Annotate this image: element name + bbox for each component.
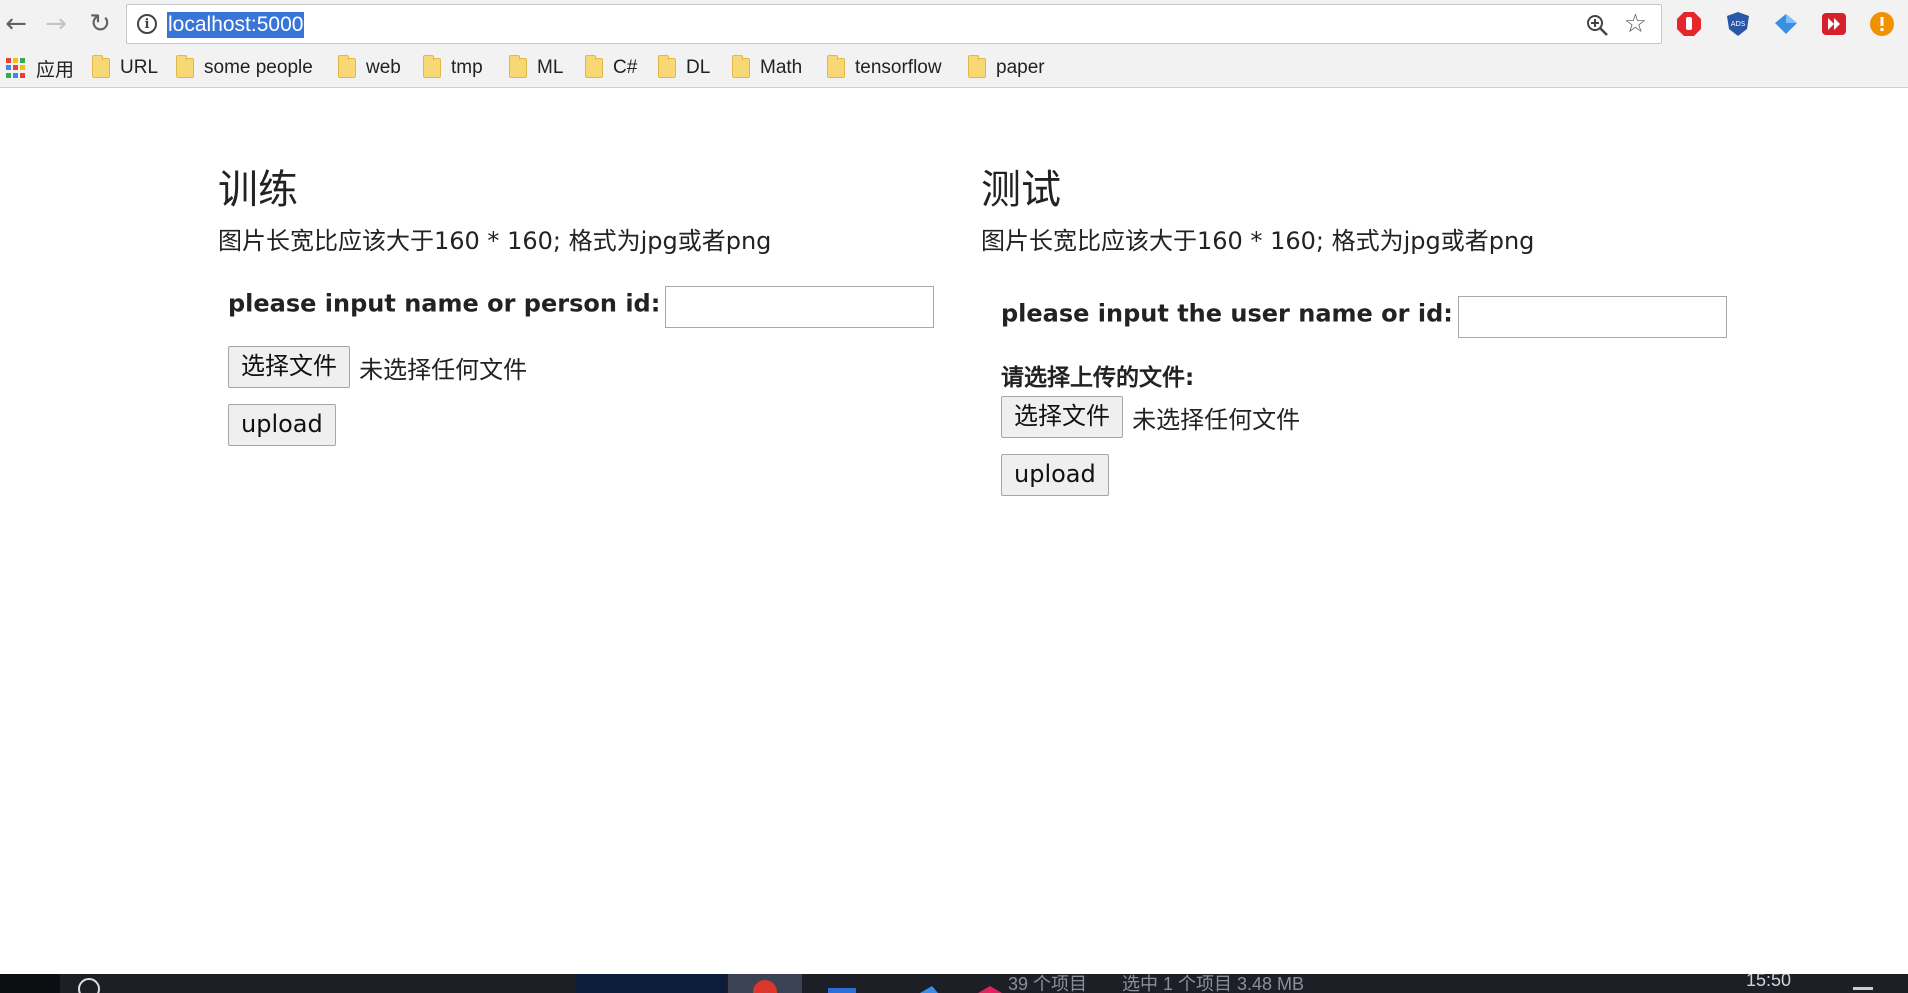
train-upload-row: upload [228,404,336,446]
forward-arrow-icon: → [45,9,67,39]
train-file-row: 选择文件 未选择任何文件 [228,346,527,388]
train-name-label: please input name or person id: [228,289,661,318]
taskbar-clock: 15:50 [1746,974,1792,990]
test-name-input[interactable] [1457,296,1727,338]
back-arrow-icon: ← [5,9,27,39]
folder-icon [338,55,356,78]
test-upload-row: upload [1001,454,1109,496]
test-file-row: 选择文件 未选择任何文件 [1001,396,1300,438]
bookmark-label: tmp [451,57,483,78]
test-title: 测试 [981,167,1061,213]
bookmark-apps[interactable]: 应用 [6,54,74,82]
train-choose-file-button[interactable]: 选择文件 [228,346,350,388]
bookmark-paper[interactable]: paper [968,54,1045,82]
address-bar[interactable]: i localhost:5000 ☆ [126,4,1662,44]
bookmark-label: paper [996,57,1045,78]
test-no-file-text: 未选择任何文件 [1132,405,1301,434]
reload-button[interactable]: ↻ [84,8,116,40]
folder-icon [176,55,194,78]
bookmark-some-people[interactable]: some people [176,54,313,82]
bookmark-label: 应用 [36,59,75,81]
info-icon[interactable]: i [137,14,157,34]
bookmark-label: DL [686,57,711,78]
bookmark-label: some people [204,57,313,78]
apps-icon [6,58,26,78]
status-items-count: 39 个项目 [1008,974,1088,993]
taskbar-app-3[interactable] [912,974,948,993]
taskbar-app-1[interactable] [576,974,726,993]
test-select-file-label: 请选择上传的文件: [1001,365,1195,391]
bookmark-dl[interactable]: DL [658,54,710,82]
svg-text:ADS: ADS [1731,20,1746,28]
folder-icon [423,55,441,78]
test-hint: 图片长宽比应该大于160 * 160; 格式为jpg或者png [981,227,1535,255]
train-hint: 图片长宽比应该大于160 * 160; 格式为jpg或者png [218,227,772,255]
test-name-label: please input the user name or id: [1001,299,1453,328]
folder-icon [658,55,676,78]
diamond-icon[interactable] [1772,10,1800,38]
bookmark-math[interactable]: Math [732,54,802,82]
train-section: 训练 图片长宽比应该大于160 * 160; 格式为jpg或者png pleas… [218,162,935,462]
test-select-file-row: 请选择上传的文件: [1001,358,1194,392]
bookmark-web[interactable]: web [338,54,401,82]
url-text[interactable]: localhost:5000 [167,12,305,38]
bookmark-ml[interactable]: ML [509,54,563,82]
folder-icon [92,55,110,78]
test-section: 测试 图片长宽比应该大于160 * 160; 格式为jpg或者png pleas… [981,162,1727,512]
taskbar-app-2[interactable] [824,974,860,993]
taskbar: 39 个项目 选中 1 个项目 3.48 MB 15:50 [0,974,1908,993]
back-button[interactable]: ← [0,8,32,40]
status-selection: 选中 1 个项目 3.48 MB [1122,974,1305,993]
train-no-file-text: 未选择任何文件 [359,355,528,384]
bookmark-csharp[interactable]: C# [585,54,637,82]
reload-icon: ↻ [89,9,111,39]
bookmark-tensorflow[interactable]: tensorflow [827,54,942,82]
bookmark-label: Math [760,57,803,78]
bookmark-star-icon[interactable]: ☆ [1624,9,1647,39]
folder-icon [827,55,845,78]
test-upload-button[interactable]: upload [1001,454,1109,496]
train-name-row: please input name or person id: [228,286,935,328]
browser-toolbar: ← → ↻ i localhost:5000 ☆ ADS [0,0,1908,48]
bookmark-label: C# [613,57,638,78]
bookmark-url[interactable]: URL [92,54,158,82]
notification-icon[interactable] [1848,974,1878,993]
forward-button[interactable]: → [40,8,72,40]
search-icon[interactable] [74,974,104,993]
bookmark-label: ML [537,57,564,78]
folder-icon [732,55,750,78]
folder-icon [968,55,986,78]
browser-chrome: ← → ↻ i localhost:5000 ☆ ADS 应用 URL some… [0,0,1908,88]
start-button[interactable] [0,974,60,993]
bookmark-label: URL [120,57,159,78]
test-name-row: please input the user name or id: [1001,296,1727,338]
bookmark-label: web [366,57,401,78]
abp-shield-icon[interactable]: ADS [1724,10,1752,38]
adblock-icon[interactable] [1675,10,1703,38]
train-title: 训练 [218,167,298,213]
zoom-icon[interactable] [1585,13,1609,37]
bookmark-label: tensorflow [855,57,942,78]
taskbar-app-4[interactable] [972,974,1008,993]
train-upload-button[interactable]: upload [228,404,336,446]
folder-icon [509,55,527,78]
train-name-input[interactable] [665,286,935,328]
taskbar-chrome[interactable] [728,974,802,993]
media-icon[interactable] [1820,10,1848,38]
folder-icon [585,55,603,78]
bookmark-tmp[interactable]: tmp [423,54,483,82]
bookmarks-bar: 应用 URL some people web tmp ML C# DL Math… [0,50,1908,86]
alert-icon[interactable] [1868,10,1896,38]
test-choose-file-button[interactable]: 选择文件 [1001,396,1123,438]
